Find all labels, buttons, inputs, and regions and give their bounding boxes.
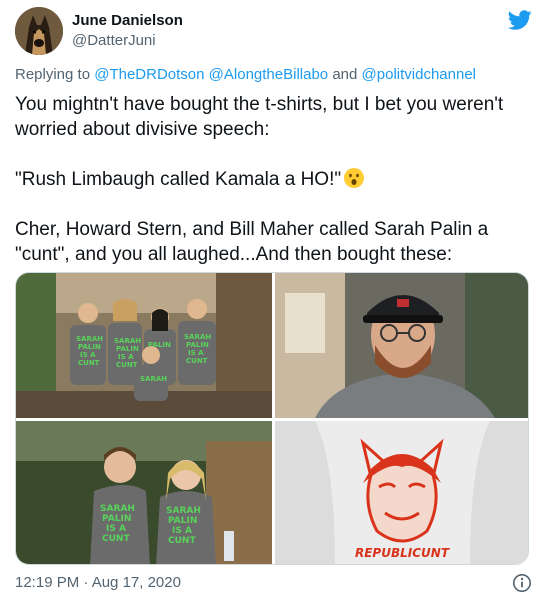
photo-republicunt-shirt[interactable]: REPUBLICUNT	[275, 421, 528, 564]
svg-text:CUNT: CUNT	[168, 536, 196, 546]
svg-text:SARAH: SARAH	[100, 504, 135, 514]
svg-text:IS A: IS A	[118, 353, 134, 361]
svg-text:SARAH: SARAH	[166, 506, 201, 516]
svg-text:PALIN: PALIN	[102, 514, 131, 524]
tweet-paragraph: Cher, Howard Stern, and Bill Maher calle…	[15, 219, 489, 265]
mention-link[interactable]: @AlongtheBillabo	[209, 66, 328, 83]
svg-text:PALIN: PALIN	[148, 341, 171, 349]
svg-text:CUNT: CUNT	[102, 534, 130, 544]
svg-text:IS A: IS A	[80, 351, 96, 359]
tweet-card: June Danielson @DatterJuni Replying to @…	[0, 0, 546, 597]
svg-text:SARAH: SARAH	[184, 333, 211, 341]
tweet-paragraph: "Rush Limbaugh called Kamala a HO!"	[15, 167, 535, 192]
svg-text:SARAH: SARAH	[114, 337, 141, 345]
photo-group-shirts[interactable]: SARAH PALIN IS A CUNT SARAH PALIN IS A CUNT SA…	[16, 273, 272, 418]
tweet-quote: "Rush Limbaugh called Kamala a HO!"	[15, 169, 342, 190]
svg-text:PALIN: PALIN	[186, 341, 209, 349]
photo-couple-shirts[interactable]: SARAH PALIN IS A CUNT SARAH PALIN IS A CUNT	[16, 421, 272, 564]
avatar[interactable]	[15, 7, 63, 55]
info-icon[interactable]	[512, 573, 532, 593]
mention-link[interactable]: @TheDRDotson	[94, 66, 204, 83]
svg-text:CUNT: CUNT	[78, 359, 100, 367]
timestamp[interactable]: 12:19 PM · Aug 17, 2020	[15, 574, 181, 591]
tweet-paragraph: You mightn't have bought the t-shirts, b…	[15, 94, 504, 140]
dog-avatar-icon	[15, 7, 63, 55]
svg-text:IS A: IS A	[188, 349, 204, 357]
twitter-bird-icon[interactable]	[508, 8, 532, 32]
author-name[interactable]: June Danielson	[72, 12, 183, 29]
astonished-face-emoji	[344, 168, 365, 188]
photo-man-cap[interactable]	[275, 273, 528, 418]
svg-text:SARAH: SARAH	[76, 335, 103, 343]
replying-to-line: Replying to @TheDRDotson @AlongtheBillab…	[15, 66, 535, 83]
svg-text:CUNT: CUNT	[186, 357, 208, 365]
svg-text:PALIN: PALIN	[78, 343, 101, 351]
svg-text:PALIN: PALIN	[116, 345, 139, 353]
svg-text:PALIN: PALIN	[168, 516, 197, 526]
svg-text:IS A: IS A	[106, 524, 126, 534]
photo-grid: SARAH PALIN IS A CUNT SARAH PALIN IS A CUNT SA…	[15, 272, 529, 565]
svg-text:CUNT: CUNT	[116, 361, 138, 369]
reply-joiner: and	[332, 66, 358, 83]
reply-prefix: Replying to	[15, 66, 91, 83]
author-handle[interactable]: @DatterJuni	[72, 32, 156, 49]
mention-link[interactable]: @politvidchannel	[362, 66, 476, 83]
tweet-body: You mightn't have bought the t-shirts, b…	[15, 92, 535, 267]
shirt-caption: REPUBLICUNT	[355, 546, 450, 560]
svg-text:IS A: IS A	[172, 526, 192, 536]
svg-text:SARAH: SARAH	[140, 375, 167, 383]
